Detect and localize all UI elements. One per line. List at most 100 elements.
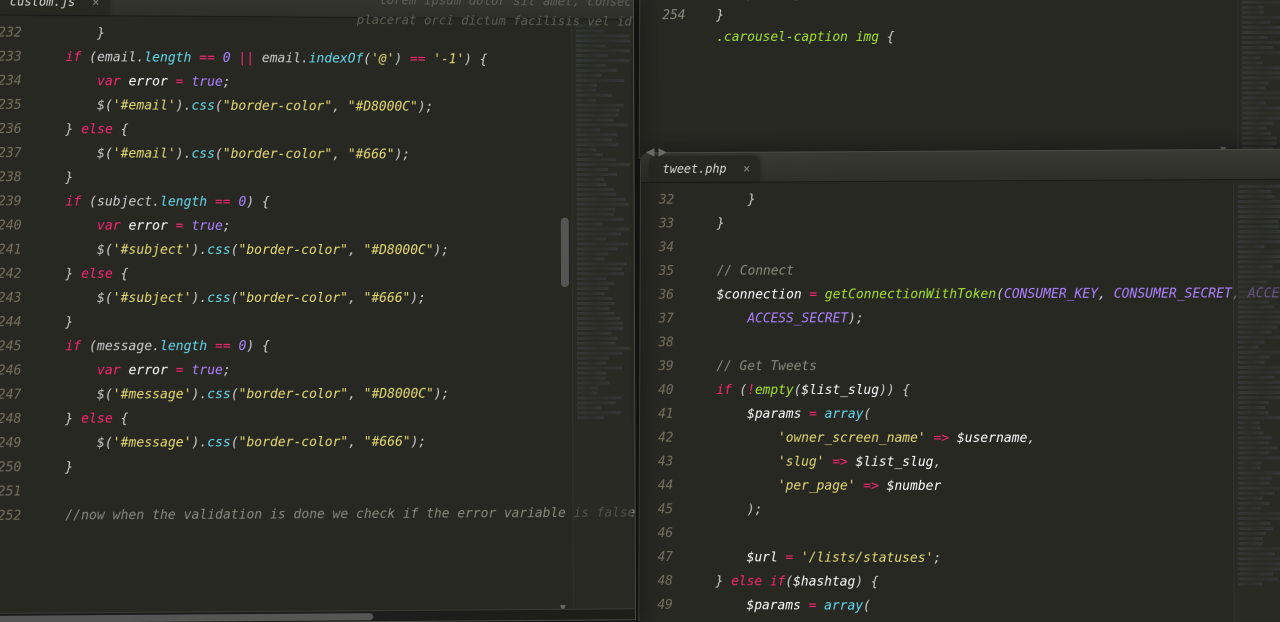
code-line[interactable]: $('#message').css("border-color", "#D800… — [34, 382, 636, 407]
line-number: 249 — [0, 432, 21, 456]
line-number: 48 — [643, 570, 673, 594]
code-line[interactable]: ACCESS_SECRET); — [686, 306, 1280, 331]
code-line[interactable]: var error = true; — [34, 214, 636, 239]
code-line[interactable]: } else { — [34, 118, 636, 144]
tab-customjs[interactable]: custom.js × — [0, 0, 110, 15]
code-line[interactable]: if (!empty($list_slug)) { — [685, 379, 1280, 403]
tab-label: custom.js — [10, 0, 76, 9]
code-line[interactable]: $('#subject').css("border-color", "#666"… — [34, 287, 636, 311]
line-number: 33 — [645, 213, 675, 237]
code-line[interactable]: //now when the validation is done we che… — [34, 502, 636, 529]
line-number: 41 — [644, 403, 674, 427]
close-icon[interactable]: × — [743, 156, 750, 182]
code-line[interactable] — [34, 478, 636, 505]
vertical-scrollbar-thumb[interactable] — [561, 218, 569, 288]
line-number: 247 — [0, 384, 21, 408]
code-lines[interactable]: 250 .navbar-inverse .navbar-nav>li { #ff… — [640, 0, 1280, 160]
prev-pane-icon[interactable]: ◀ — [646, 144, 654, 160]
line-number: 37 — [644, 308, 674, 332]
code-line[interactable]: } — [686, 186, 1280, 213]
line-number: 235 — [0, 94, 22, 118]
code-line[interactable]: $('#email').css("border-color", "#666"); — [34, 142, 636, 168]
line-number: 251 — [0, 480, 21, 504]
line-number: 241 — [0, 239, 22, 263]
code-line[interactable]: $params = array( — [685, 594, 1280, 621]
code-line[interactable]: // Get Tweets — [685, 355, 1280, 379]
code-line[interactable]: .carousel-caption img { — [652, 27, 1280, 49]
code-line[interactable] — [686, 330, 1280, 355]
code-lines[interactable]: } if (email.length == 0 || email.indexOf… — [29, 16, 636, 622]
code-line[interactable]: // Connect — [686, 258, 1280, 284]
code-line[interactable]: $('#subject').css("border-color", "#D800… — [34, 239, 636, 264]
line-number: 245 — [0, 335, 22, 359]
code-line[interactable] — [685, 522, 1280, 548]
code-lines[interactable]: } } // Connect $connection = getConnecti… — [681, 179, 1280, 622]
code-line[interactable]: $('#email').css("border-color", "#D8000C… — [34, 94, 636, 121]
line-number: 39 — [644, 355, 674, 379]
code-line[interactable]: if (email.length == 0 || email.indexOf('… — [34, 46, 636, 74]
code-area[interactable]: 3233343536373839404142434445464748495051… — [639, 180, 1280, 622]
code-line[interactable]: } else if($hashtag) { — [685, 570, 1280, 597]
code-area[interactable]: 250 .navbar-inverse .navbar-nav>li { #ff… — [640, 0, 1280, 160]
line-gutter: 2322332342352362372382392402412422432442… — [0, 15, 30, 622]
line-number: 49 — [643, 594, 673, 618]
horizontal-scrollbar-thumb[interactable] — [0, 613, 373, 622]
line-number: 237 — [0, 142, 22, 166]
line-number: 36 — [644, 284, 674, 308]
editor-pane-bottom: tweet.php × 3233343536373839404142434445… — [638, 149, 1280, 622]
close-icon[interactable]: × — [92, 0, 99, 15]
line-number: 248 — [0, 408, 21, 432]
editor-pane-top: 250 .navbar-inverse .navbar-nav>li { #ff… — [639, 0, 1280, 161]
line-number: 40 — [644, 379, 674, 403]
line-number: 34 — [645, 236, 675, 260]
code-line[interactable]: $params = array( — [685, 403, 1280, 427]
minimap[interactable] — [1233, 183, 1280, 622]
line-number: 38 — [644, 331, 674, 355]
code-line[interactable]: var error = true; — [34, 70, 636, 97]
pane-switch-arrows: ◀ ▶ — [646, 144, 667, 160]
code-line[interactable]: if (subject.length == 0) { — [34, 190, 636, 215]
line-number: 246 — [0, 359, 22, 383]
code-line[interactable] — [686, 234, 1280, 260]
line-number: 232 — [0, 21, 22, 45]
code-line[interactable]: } else { — [34, 263, 636, 287]
line-number: 240 — [0, 214, 22, 238]
line-number: 250 — [0, 456, 21, 480]
code-line[interactable]: $('#message').css("border-color", "#666"… — [34, 430, 636, 456]
code-line[interactable]: $url = '/lists/statuses'; — [685, 546, 1280, 573]
line-number: 242 — [0, 263, 22, 287]
code-line[interactable]: 'per_page' => $number — [685, 475, 1280, 501]
code-line[interactable]: 'owner_screen_name' => $username, — [685, 427, 1280, 452]
code-line[interactable]: } else { — [34, 406, 636, 432]
code-line[interactable]: } — [34, 311, 636, 335]
minimap[interactable] — [1237, 0, 1280, 153]
line-number: 233 — [0, 46, 22, 70]
line-number: 46 — [643, 522, 673, 546]
code-line[interactable]: ); — [685, 498, 1280, 524]
code-line[interactable]: if (message.length == 0) { — [34, 335, 636, 360]
line-gutter: 3233343536373839404142434445464748495051… — [639, 183, 682, 622]
code-line[interactable]: $connection = getConnectionWithToken(CON… — [686, 282, 1280, 308]
code-line[interactable]: 254 } — [652, 5, 1280, 27]
code-area[interactable]: 2322332342352362372382392402412422432442… — [0, 15, 635, 622]
code-line[interactable]: 'slug' => $list_slug, — [685, 451, 1280, 476]
code-line[interactable]: var error = true; — [34, 359, 636, 384]
tab-bar: tweet.php × — [641, 150, 1280, 183]
line-number: 234 — [0, 70, 22, 94]
line-number: 32 — [645, 189, 675, 213]
line-number: 47 — [643, 546, 673, 570]
line-number: 45 — [644, 498, 674, 522]
line-number: 50 — [643, 618, 673, 622]
line-number: 238 — [0, 166, 22, 190]
code-line[interactable]: } — [34, 166, 636, 192]
line-number: 44 — [644, 474, 674, 498]
line-number: 243 — [0, 287, 22, 311]
code-line[interactable]: } — [686, 210, 1280, 237]
next-pane-icon[interactable]: ▶ — [658, 144, 666, 160]
line-number: 35 — [644, 260, 674, 284]
code-line[interactable]: } — [34, 454, 636, 480]
line-number: 43 — [644, 451, 674, 475]
line-number: 42 — [644, 427, 674, 451]
line-number: 239 — [0, 190, 22, 214]
minimap[interactable] — [571, 22, 632, 612]
